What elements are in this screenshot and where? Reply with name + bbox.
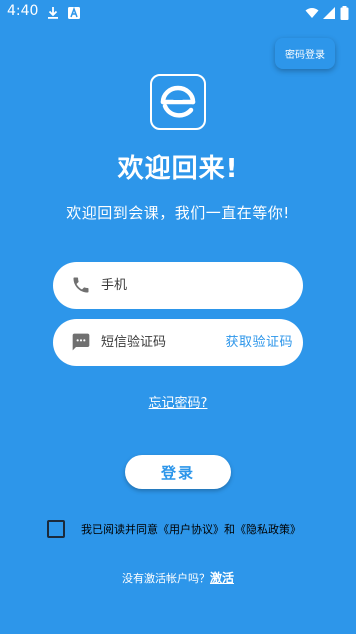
wifi-icon <box>305 5 319 19</box>
agreement-checkbox[interactable] <box>47 520 65 538</box>
password-login-button[interactable]: 密码登录 <box>275 38 335 69</box>
status-time: 4:40 <box>7 3 39 19</box>
phone-icon <box>71 275 91 295</box>
login-button-label: 登录 <box>160 463 195 482</box>
agreement-and: 和 <box>224 523 235 536</box>
privacy-policy-link[interactable]: 《隐私政策》 <box>235 523 301 536</box>
download-icon <box>46 5 60 19</box>
activate-link[interactable]: 激活 <box>210 571 234 585</box>
logo-icon <box>160 85 196 118</box>
status-bar: 4:40 <box>0 0 356 24</box>
sms-code-field[interactable]: 获取验证码 <box>53 319 303 366</box>
activate-row: 没有激活帐户吗？激活 <box>0 569 356 586</box>
message-icon <box>71 332 91 352</box>
login-screen: 4:40 密码登录 欢迎回来! 欢迎回到会课，我们一直在等你! 手机 短信验证码… <box>0 0 356 634</box>
user-agreement-link[interactable]: 《用户协议》 <box>158 523 224 536</box>
login-button[interactable]: 登录 <box>125 455 231 489</box>
forgot-password-link[interactable]: 忘记密码? <box>0 392 356 411</box>
phone-input[interactable] <box>101 262 221 309</box>
phone-field[interactable] <box>53 262 303 309</box>
signal-icon <box>322 5 336 19</box>
app-logo <box>150 74 206 130</box>
activate-prompt: 没有激活帐户吗？ <box>121 572 210 585</box>
battery-icon <box>340 5 349 20</box>
welcome-title: 欢迎回来! <box>117 154 239 184</box>
sms-code-input[interactable] <box>101 319 221 366</box>
agreement-prefix: 我已阅读并同意 <box>81 523 158 536</box>
password-login-label: 密码登录 <box>285 50 325 61</box>
agreement-row: 我已阅读并同意《用户协议》和《隐私政策》 <box>47 519 301 539</box>
welcome-subtitle: 欢迎回到会课，我们一直在等你! <box>66 204 290 222</box>
text-a-icon <box>67 5 81 19</box>
get-code-button[interactable]: 获取验证码 <box>225 319 293 366</box>
agreement-text: 我已阅读并同意《用户协议》和《隐私政策》 <box>81 521 301 537</box>
